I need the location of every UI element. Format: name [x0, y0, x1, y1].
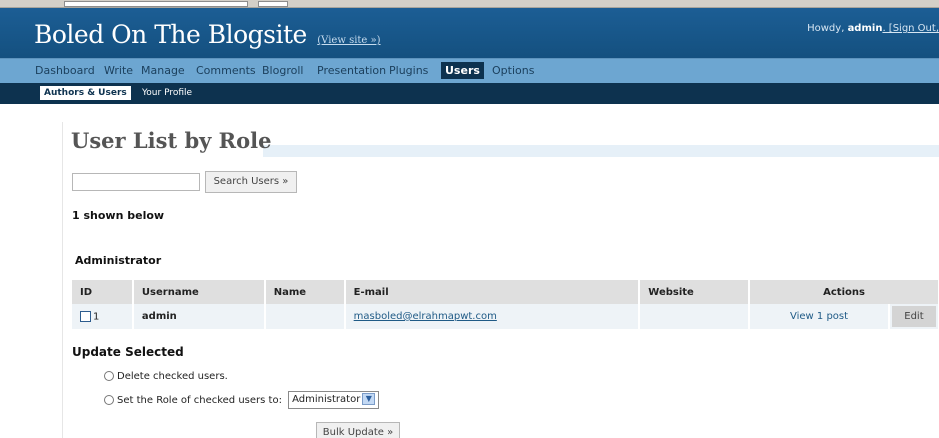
submenu-item-your-profile[interactable]: Your Profile — [142, 88, 192, 98]
set-role-radio[interactable] — [104, 395, 114, 405]
column-header-website: Website — [639, 280, 751, 304]
table-row: 1 admin masboled@elrahmapwt.com View 1 p… — [72, 304, 939, 329]
content-area: User List by Role Search Users » 1 shown… — [0, 104, 939, 438]
menu-item-blogroll[interactable]: Blogroll — [262, 64, 303, 77]
page-title-bar: User List by Role — [63, 122, 939, 158]
role-heading: Administrator — [75, 254, 162, 267]
set-role-label: Set the Role of checked users to: — [117, 395, 282, 406]
role-select[interactable]: Administrator ▼ — [288, 391, 380, 409]
admin-header: Boled On The Blogsite (View site ») Howd… — [0, 8, 939, 58]
name-cell — [264, 304, 346, 329]
view-site-link[interactable]: (View site ») — [317, 35, 380, 46]
submenu-item-authors-users[interactable]: Authors & Users — [40, 86, 131, 100]
delete-users-radio[interactable] — [104, 371, 114, 381]
edit-user-button[interactable]: Edit — [891, 306, 936, 327]
update-selected-heading: Update Selected — [72, 345, 184, 359]
users-submenu: Authors & Users Your Profile — [0, 83, 939, 104]
user-table: ID Username Name E-mail Website Actions … — [72, 280, 939, 329]
delete-users-label: Delete checked users. — [117, 371, 228, 382]
sign-out-link[interactable]: . [Sign Out, — [882, 23, 939, 34]
menu-item-write[interactable]: Write — [104, 64, 133, 77]
bulk-update-button[interactable]: Bulk Update » — [316, 422, 400, 438]
column-header-name: Name — [264, 280, 346, 304]
users-panel: User List by Role Search Users » 1 shown… — [62, 122, 939, 438]
username-cell: admin — [132, 304, 266, 329]
address-field-fragment[interactable] — [64, 1, 248, 7]
blog-title: Boled On The Blogsite (View site ») — [34, 20, 381, 49]
user-greeting: Howdy, admin. [Sign Out, — [807, 23, 939, 34]
website-cell — [639, 304, 751, 329]
email-link[interactable]: masboled@elrahmapwt.com — [354, 311, 497, 322]
delete-users-option[interactable]: Delete checked users. — [104, 371, 228, 382]
column-header-username: Username — [132, 280, 266, 304]
id-cell: 1 — [72, 304, 134, 329]
page-title: User List by Role — [71, 128, 272, 153]
browser-toolbar-strip — [0, 0, 939, 8]
edit-cell: Edit — [888, 304, 939, 329]
user-id: 1 — [93, 311, 100, 323]
view-posts-cell: View 1 post — [749, 304, 890, 329]
selected-role-text: Administrator — [292, 394, 361, 405]
main-menu: Dashboard Write Manage Comments Blogroll… — [0, 58, 939, 83]
set-role-option[interactable]: Set the Role of checked users to: Admini… — [104, 391, 380, 409]
email-cell: masboled@elrahmapwt.com — [344, 304, 641, 329]
toolbar-field-fragment[interactable] — [258, 1, 288, 7]
shown-count: 1 shown below — [72, 209, 165, 222]
search-users-button[interactable]: Search Users » — [205, 171, 297, 193]
menu-item-dashboard[interactable]: Dashboard — [35, 64, 95, 77]
column-header-actions: Actions — [749, 280, 939, 304]
blog-name: Boled On The Blogsite — [34, 20, 307, 49]
current-user-name: admin — [847, 23, 883, 34]
menu-item-options[interactable]: Options — [492, 64, 534, 77]
howdy-text: Howdy, — [807, 23, 848, 34]
menu-item-presentation[interactable]: Presentation — [317, 64, 386, 77]
user-select-checkbox[interactable] — [80, 310, 91, 322]
menu-item-users[interactable]: Users — [441, 62, 484, 79]
search-users-input[interactable] — [72, 173, 200, 191]
view-posts-link[interactable]: View 1 post — [790, 311, 848, 322]
chevron-down-icon[interactable]: ▼ — [362, 393, 376, 405]
menu-item-comments[interactable]: Comments — [196, 64, 256, 77]
column-header-id: ID — [72, 280, 134, 304]
column-header-email: E-mail — [344, 280, 641, 304]
menu-item-manage[interactable]: Manage — [141, 64, 185, 77]
menu-item-plugins[interactable]: Plugins — [389, 64, 428, 77]
title-underline — [263, 145, 939, 157]
